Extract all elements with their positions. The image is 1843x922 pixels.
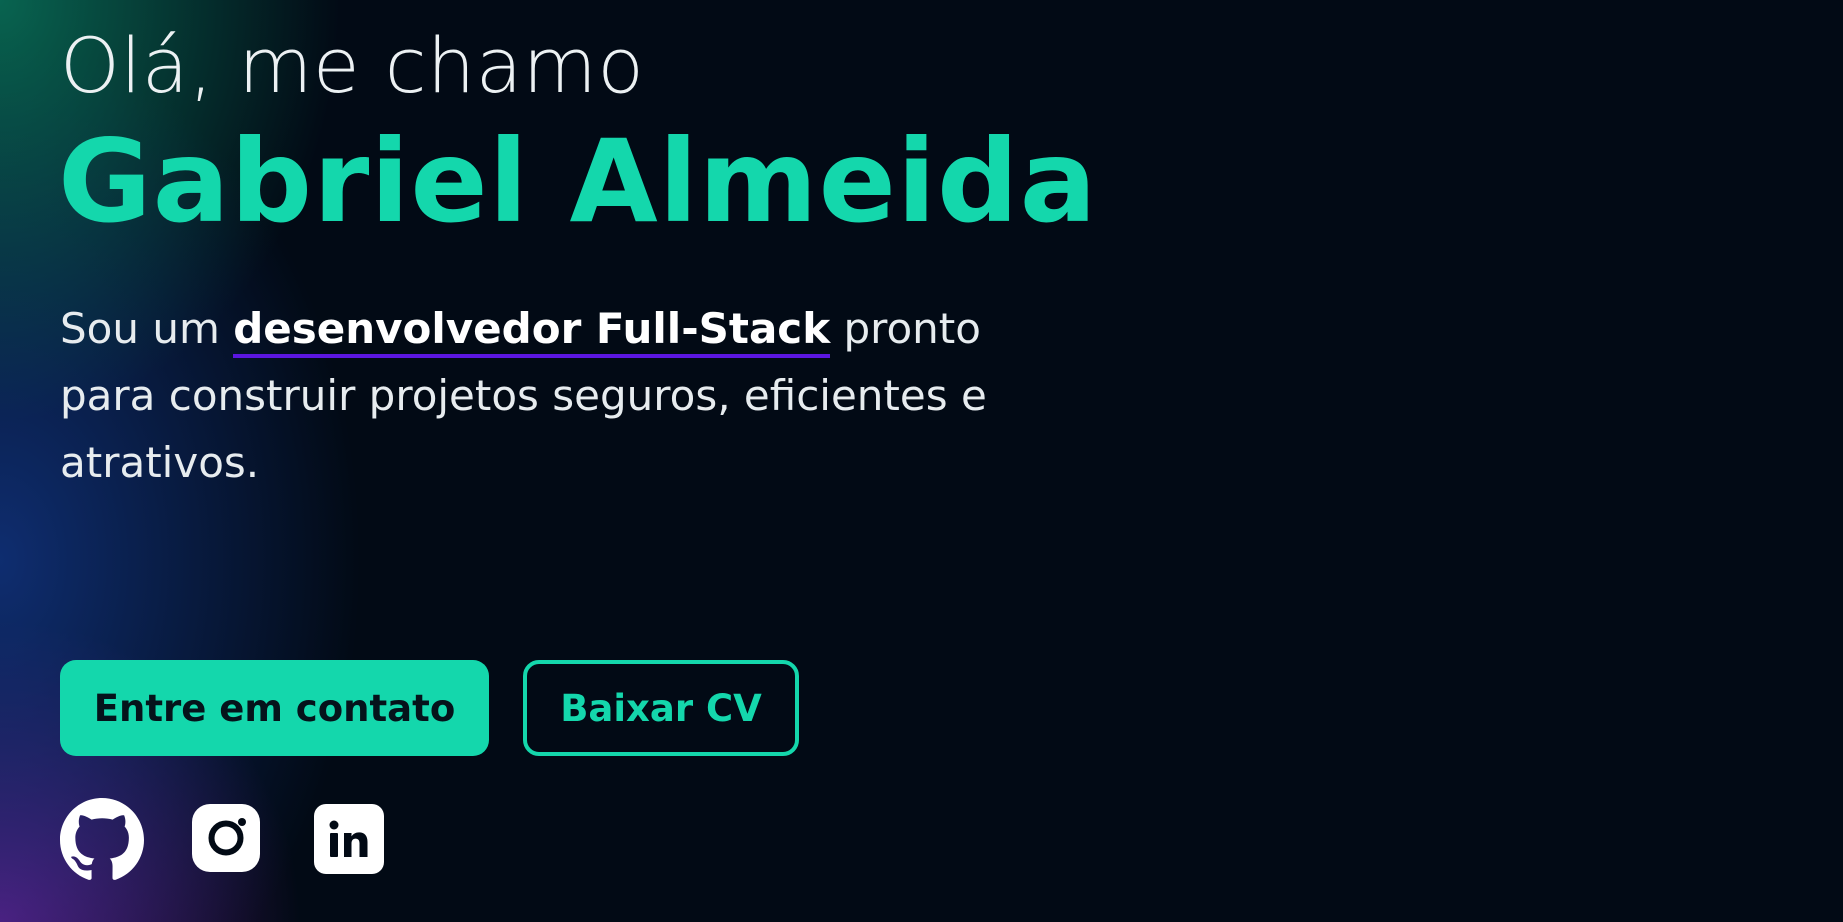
linkedin-icon bbox=[314, 804, 384, 874]
intro-text-start: Sou um bbox=[60, 304, 234, 353]
hero-section: Olá, me chamo Gabriel Almeida Sou um des… bbox=[0, 0, 1843, 922]
github-link[interactable] bbox=[60, 798, 144, 882]
linkedin-link[interactable] bbox=[314, 804, 384, 874]
instagram-icon bbox=[192, 804, 260, 872]
intro-highlight: desenvolvedor Full-Stack bbox=[233, 304, 831, 358]
instagram-link[interactable] bbox=[192, 804, 260, 872]
intro-paragraph: Sou um desenvolvedor Full-Stack pronto p… bbox=[60, 295, 1060, 496]
github-icon bbox=[60, 798, 144, 880]
download-cv-button[interactable]: Baixar CV bbox=[523, 660, 799, 756]
developer-name: Gabriel Almeida bbox=[58, 115, 1098, 248]
greeting-text: Olá, me chamo bbox=[60, 21, 645, 110]
contact-button[interactable]: Entre em contato bbox=[60, 660, 489, 756]
